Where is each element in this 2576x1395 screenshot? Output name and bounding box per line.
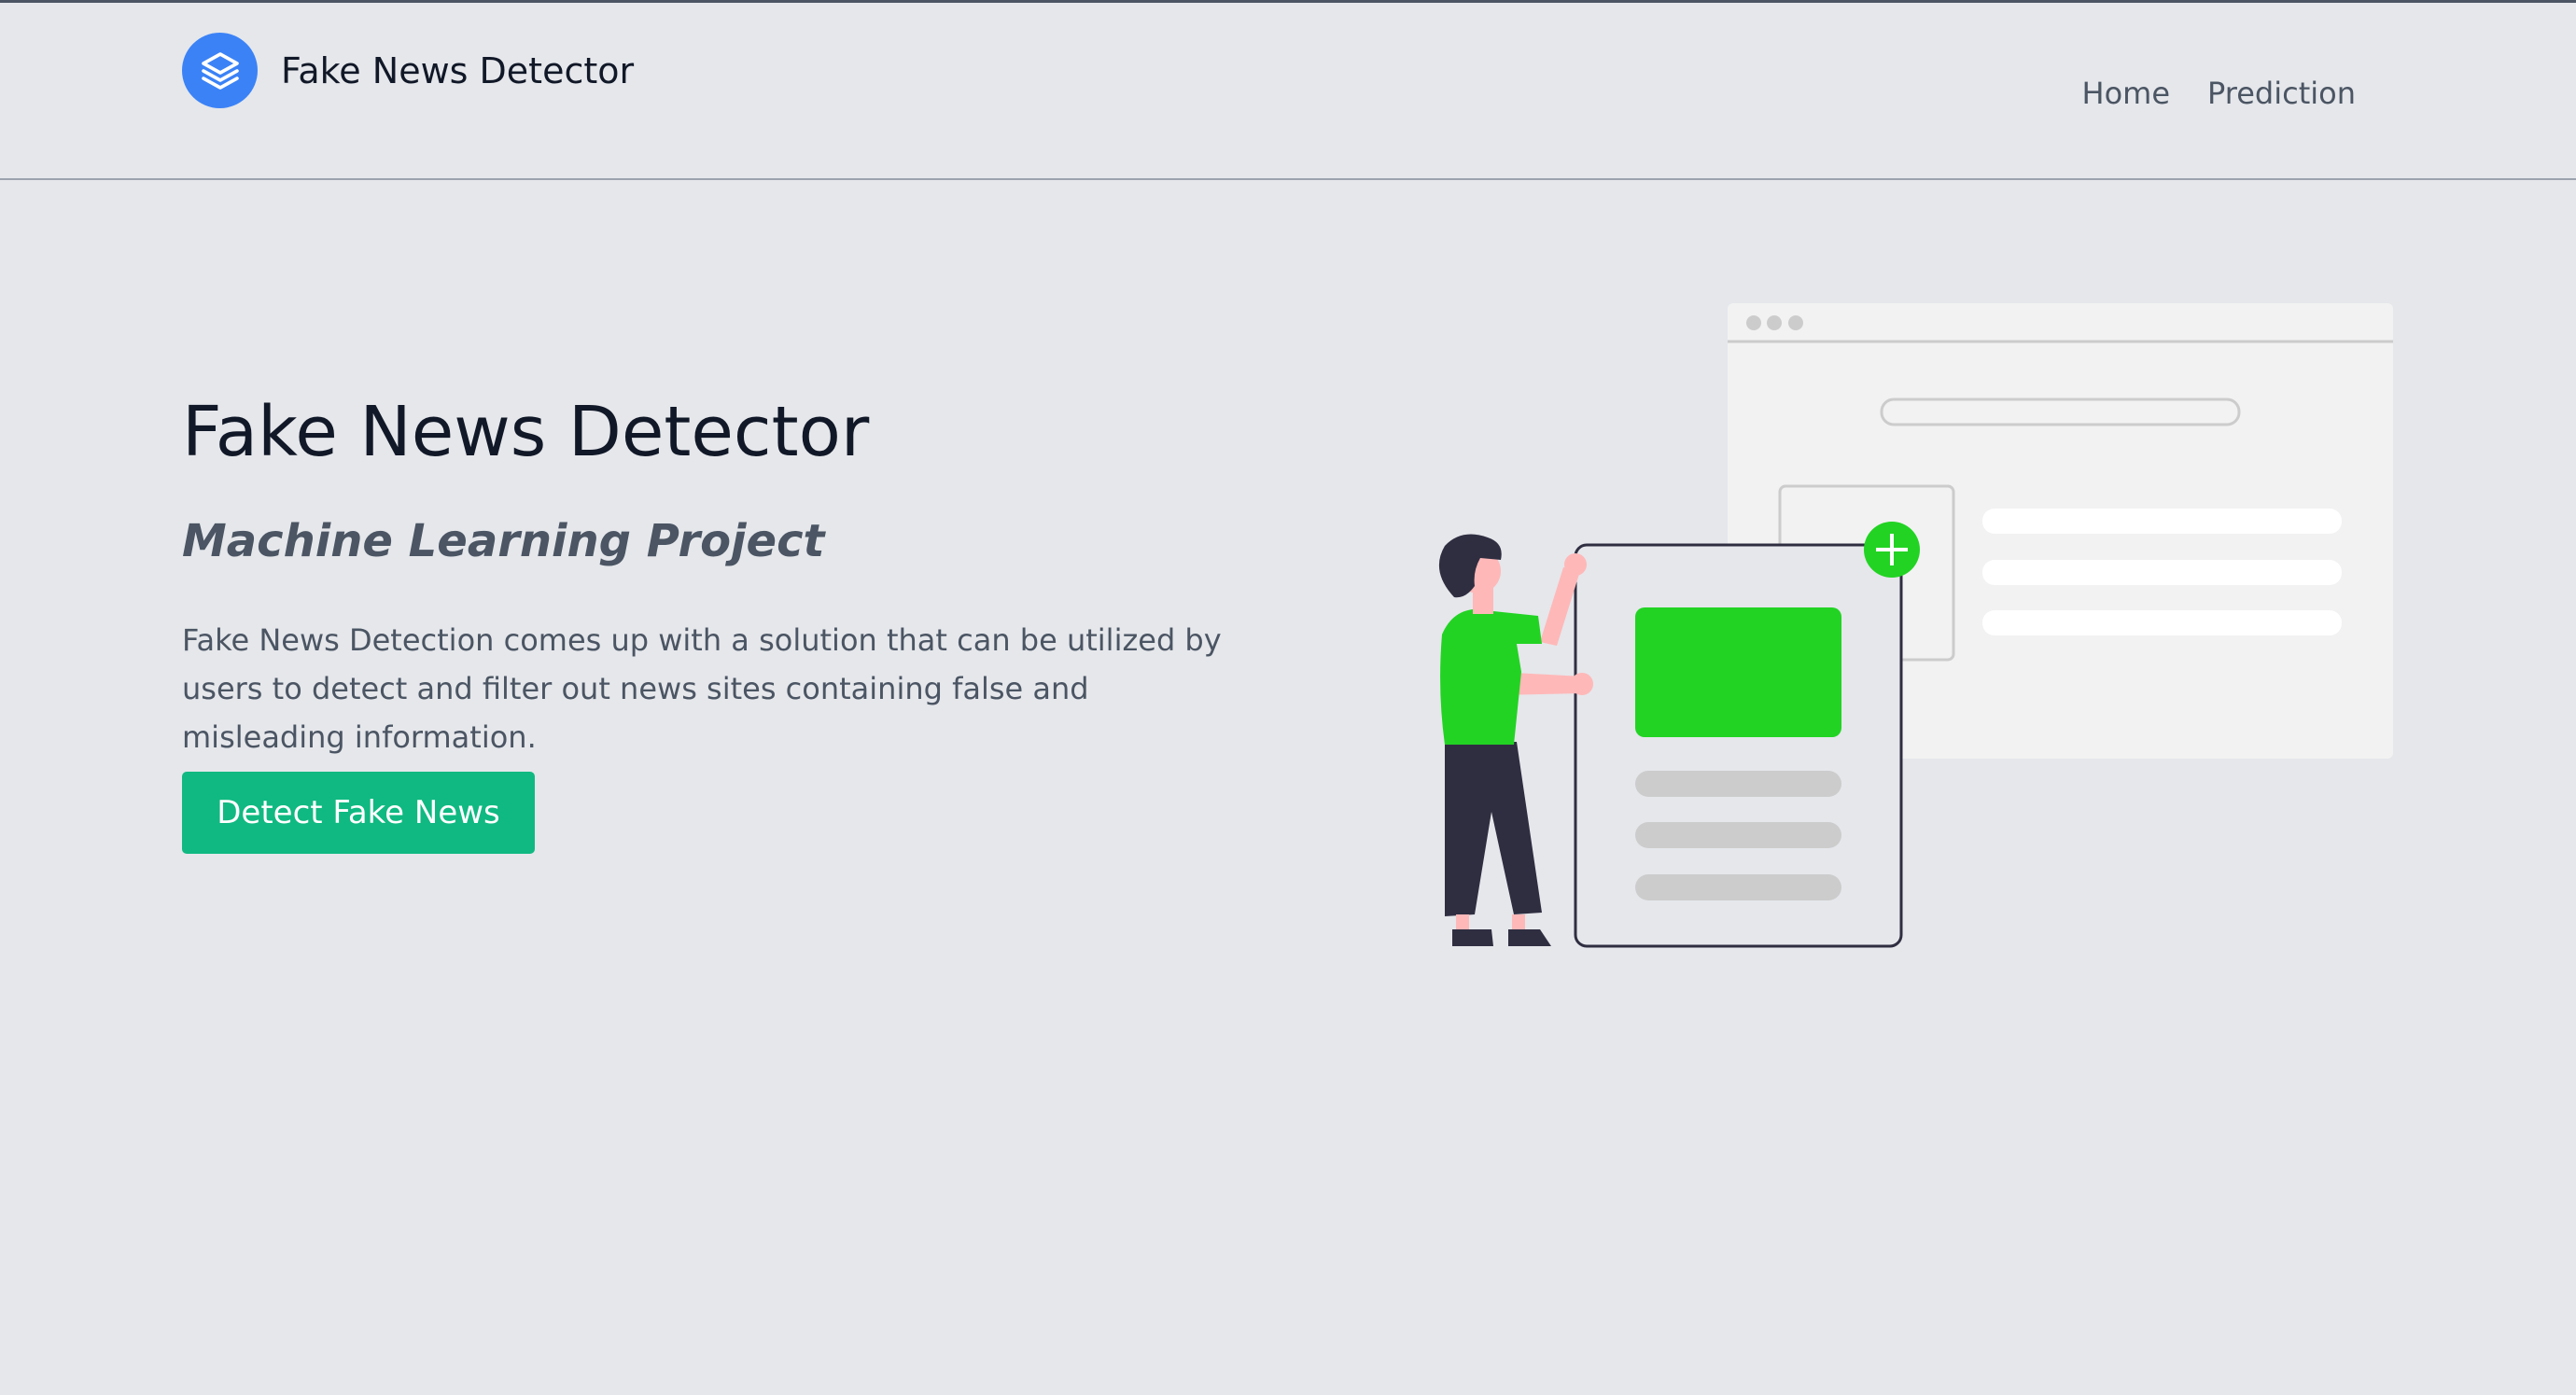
person-graphic [1438, 534, 1593, 946]
hero-illustration [1438, 303, 2393, 948]
nav-prediction-link[interactable]: Prediction [2207, 76, 2356, 111]
hero-subtitle: Machine Learning Project [182, 515, 825, 567]
site-header: Fake News Detector Home Prediction [0, 3, 2576, 180]
hero-title: Fake News Detector [182, 392, 870, 472]
hero-description: Fake News Detection comes up with a solu… [182, 622, 1222, 755]
main-nav: Home Prediction [2082, 76, 2356, 111]
document-card-graphic [1574, 522, 1920, 948]
nav-home-link[interactable]: Home [2082, 76, 2171, 111]
detect-fake-news-button[interactable]: Detect Fake News [182, 772, 535, 854]
brand-link[interactable]: Fake News Detector [182, 33, 634, 108]
brand-name: Fake News Detector [281, 49, 635, 91]
layers-icon [182, 33, 258, 108]
